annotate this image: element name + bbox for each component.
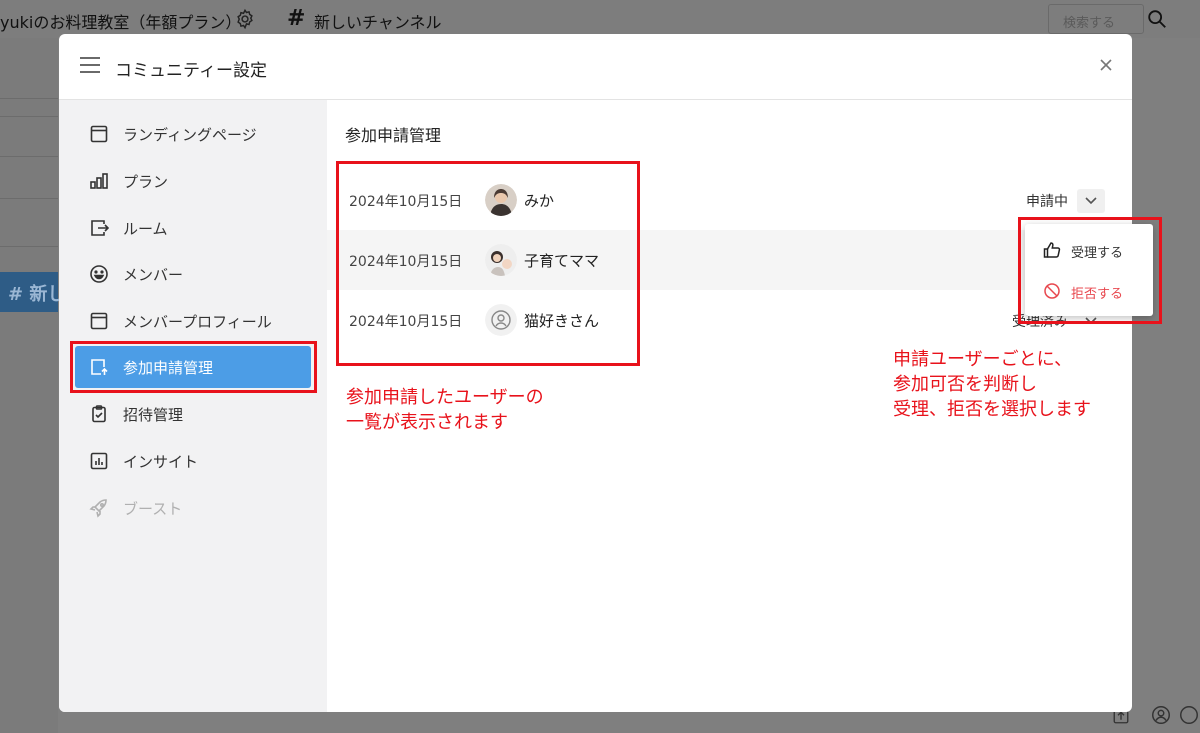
clipboard-check-icon bbox=[92, 405, 106, 423]
annotation-line: 参加可否を判断し bbox=[893, 374, 1037, 395]
sidebar-item-member-profile[interactable]: メンバープロフィール bbox=[75, 300, 311, 342]
sidebar-item-room[interactable]: ルーム bbox=[75, 207, 311, 249]
sidebar-item-label: ルーム bbox=[123, 220, 168, 238]
settings-sidebar: ランディングページ プラン ルーム メンバー メンバープロフィール 参加申請管理… bbox=[59, 100, 327, 712]
search-placeholder: 検索する bbox=[1063, 16, 1116, 31]
highlight-request-list bbox=[336, 161, 640, 366]
sidebar-item-label: インサイト bbox=[123, 453, 199, 471]
sidebar-item-label: メンバー bbox=[123, 266, 184, 284]
channel-hash-icon: # bbox=[287, 6, 306, 31]
app-sidebar bbox=[0, 38, 58, 733]
annotation-line: 受理、拒否を選択します bbox=[893, 399, 1091, 420]
room-enter-icon bbox=[91, 220, 109, 236]
annotation-line: 申請ユーザーごとに、 bbox=[893, 349, 1073, 370]
sidebar-item-landing-page[interactable]: ランディングページ bbox=[75, 113, 311, 155]
sidebar-item-label: 招待管理 bbox=[123, 406, 184, 424]
hamburger-menu-icon[interactable] bbox=[79, 56, 101, 74]
page-icon bbox=[90, 312, 108, 330]
channel-name[interactable]: 新しいチャンネル bbox=[314, 9, 442, 33]
sidebar-divider bbox=[0, 156, 58, 157]
sidebar-item-label: メンバープロフィール bbox=[123, 313, 272, 331]
annotation-line: 一覧が表示されます bbox=[346, 412, 508, 433]
annotation-right: 申請ユーザーごとに、 参加可否を判断し 受理、拒否を選択します bbox=[893, 347, 1091, 422]
request-status: 申請中 bbox=[1026, 194, 1068, 210]
active-channel-label: # 新し bbox=[8, 284, 66, 305]
sidebar-item-label: ブースト bbox=[123, 500, 183, 518]
chevron-down-icon[interactable] bbox=[1077, 189, 1105, 213]
sidebar-item-plan[interactable]: プラン bbox=[75, 160, 311, 202]
modal-title: コミュニティー設定 bbox=[115, 61, 267, 81]
sidebar-item-insights[interactable]: インサイト bbox=[75, 440, 311, 482]
rocket-icon bbox=[89, 499, 107, 518]
annotation-line: 参加申請したユーザーの bbox=[346, 387, 544, 408]
app-top-bar: yukiのお料理教室（年額プラン） # 新しいチャンネル 検索する bbox=[0, 0, 1200, 38]
sidebar-item-boost: ブースト bbox=[75, 487, 311, 529]
highlight-dropdown bbox=[1018, 217, 1162, 324]
gear-icon[interactable] bbox=[234, 8, 256, 30]
bar-chart-icon bbox=[90, 173, 108, 189]
smile-icon bbox=[90, 265, 108, 283]
annotation-left: 参加申請したユーザーの 一覧が表示されます bbox=[346, 385, 544, 435]
page-icon bbox=[90, 125, 108, 143]
sidebar-item-label: ランディングページ bbox=[123, 126, 257, 144]
close-icon[interactable] bbox=[1099, 58, 1113, 72]
sidebar-divider bbox=[0, 116, 58, 117]
page-title: 参加申請管理 bbox=[345, 126, 442, 145]
user-circle-icon[interactable] bbox=[1150, 704, 1172, 726]
sidebar-item-label: プラン bbox=[123, 173, 169, 191]
community-title: yukiのお料理教室（年額プラン） bbox=[0, 13, 242, 32]
search-icon[interactable] bbox=[1146, 8, 1168, 30]
more-icon[interactable] bbox=[1178, 704, 1200, 726]
sidebar-item-active-channel[interactable]: # 新し bbox=[0, 272, 65, 312]
insight-chart-icon bbox=[90, 452, 108, 470]
sidebar-divider bbox=[0, 198, 58, 199]
sidebar-item-invitations[interactable]: 招待管理 bbox=[75, 393, 311, 435]
sidebar-item-members[interactable]: メンバー bbox=[75, 253, 311, 295]
search-input[interactable]: 検索する bbox=[1048, 4, 1144, 34]
sidebar-divider bbox=[0, 246, 58, 247]
highlight-join-requests-nav bbox=[70, 341, 317, 393]
sidebar-divider bbox=[0, 98, 58, 99]
modal-header: コミュニティー設定 bbox=[59, 34, 1132, 100]
